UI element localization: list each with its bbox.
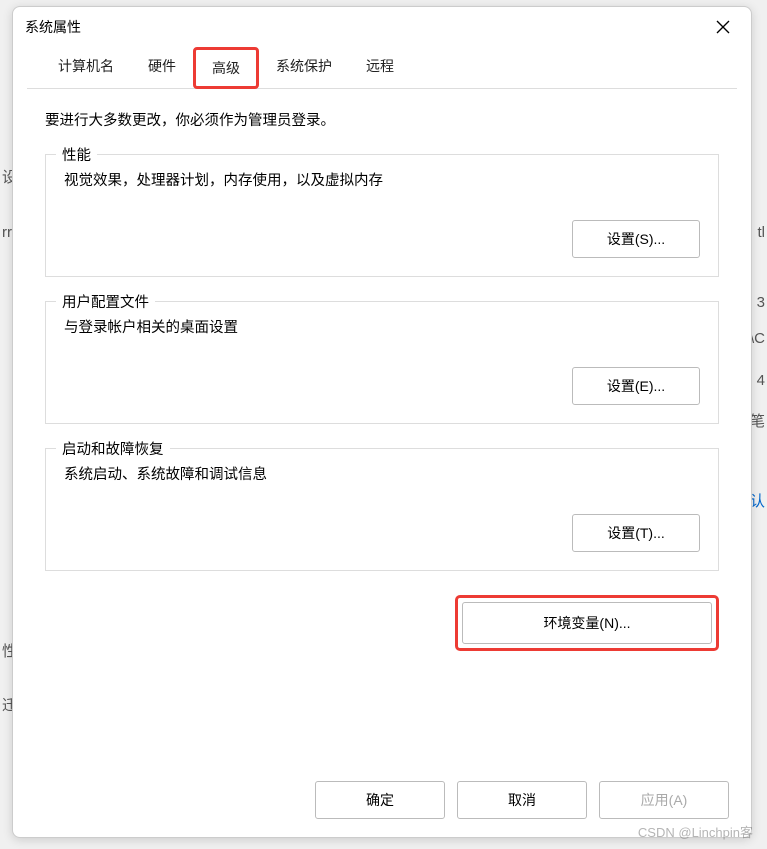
tab-remote[interactable]: 远程 [349, 47, 411, 88]
bg-text: 3 [757, 294, 765, 311]
cancel-button[interactable]: 取消 [457, 781, 587, 819]
bg-text: 认 [750, 490, 765, 511]
window-title: 系统属性 [25, 17, 81, 37]
environment-variables-button[interactable]: 环境变量(N)... [462, 602, 712, 644]
performance-group: 性能 视觉效果，处理器计划，内存使用，以及虚拟内存 设置(S)... [45, 154, 719, 277]
bg-text: 笔 [750, 410, 765, 431]
tab-advanced[interactable]: 高级 [193, 47, 259, 89]
apply-button[interactable]: 应用(A) [599, 781, 729, 819]
tab-hardware[interactable]: 硬件 [131, 47, 193, 88]
tab-content: 要进行大多数更改，你必须作为管理员登录。 性能 视觉效果，处理器计划，内存使用，… [13, 89, 751, 767]
performance-settings-label: 设置(S)... [607, 231, 665, 247]
bg-text: tl [758, 224, 766, 241]
user-profiles-settings-button[interactable]: 设置(E)... [572, 367, 700, 405]
performance-desc: 视觉效果，处理器计划，内存使用，以及虚拟内存 [64, 169, 700, 190]
user-profiles-group-title: 用户配置文件 [56, 291, 155, 312]
bg-text: rr [2, 224, 12, 241]
startup-recovery-group: 启动和故障恢复 系统启动、系统故障和调试信息 设置(T)... [45, 448, 719, 571]
tab-bar: 计算机名 硬件 高级 系统保护 远程 [27, 47, 737, 89]
env-variables-highlight: 环境变量(N)... [455, 595, 719, 651]
tab-system-protection[interactable]: 系统保护 [259, 47, 349, 88]
close-icon [716, 20, 730, 34]
performance-group-title: 性能 [56, 144, 97, 165]
user-profiles-settings-label: 设置(E)... [607, 378, 665, 394]
user-profiles-group: 用户配置文件 与登录帐户相关的桌面设置 设置(E)... [45, 301, 719, 424]
dialog-footer: 确定 取消 应用(A) [13, 767, 751, 837]
ok-button[interactable]: 确定 [315, 781, 445, 819]
bg-text: 4 [757, 372, 765, 389]
env-variables-row: 环境变量(N)... [45, 595, 719, 651]
system-properties-dialog: 系统属性 计算机名 硬件 高级 系统保护 远程 要进行大多数更改，你必须作为管理… [12, 6, 752, 838]
bg-text: \C [750, 330, 765, 347]
startup-recovery-settings-button[interactable]: 设置(T)... [572, 514, 700, 552]
admin-notice: 要进行大多数更改，你必须作为管理员登录。 [45, 109, 719, 130]
environment-variables-label: 环境变量(N)... [543, 615, 630, 631]
startup-recovery-group-title: 启动和故障恢复 [56, 438, 170, 459]
startup-recovery-settings-label: 设置(T)... [607, 525, 665, 541]
titlebar: 系统属性 [13, 7, 751, 47]
user-profiles-desc: 与登录帐户相关的桌面设置 [64, 316, 700, 337]
tab-computer-name[interactable]: 计算机名 [41, 47, 131, 88]
close-button[interactable] [707, 11, 739, 43]
performance-settings-button[interactable]: 设置(S)... [572, 220, 700, 258]
startup-recovery-desc: 系统启动、系统故障和调试信息 [64, 463, 700, 484]
